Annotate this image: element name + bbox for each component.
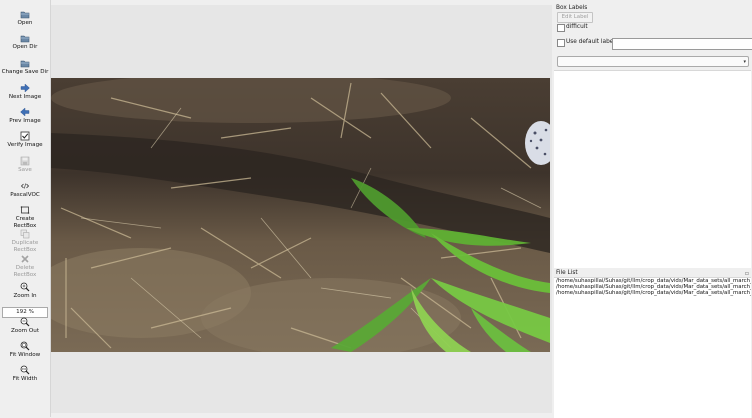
file-list[interactable]: /home/suhaspillai/Suhas/git/llm/crop_dat… xyxy=(554,277,751,418)
edit-label-text: Edit Label xyxy=(561,14,589,20)
verify-image-label: Verify Image xyxy=(7,142,43,148)
file-list-title: File List xyxy=(556,270,578,276)
change-save-dir-button[interactable]: Change Save Dir xyxy=(0,58,50,76)
create-rectbox-button[interactable]: Create RectBox xyxy=(0,205,50,230)
chevron-down-icon: ▾ xyxy=(743,59,746,65)
arrow-right-icon xyxy=(20,83,30,93)
edit-label-button[interactable]: Edit Label xyxy=(557,12,593,23)
fit-window-icon xyxy=(20,341,30,351)
rect-icon xyxy=(20,206,30,214)
fit-width-label: Fit Width xyxy=(12,376,38,382)
code-icon xyxy=(20,183,30,189)
zoom-in-icon xyxy=(20,282,30,292)
folder-icon xyxy=(20,60,30,68)
right-dock: Box Labels Edit Label difficult Use defa… xyxy=(553,0,752,418)
default-label-input[interactable] xyxy=(612,38,752,50)
delete-rectbox-button[interactable]: Delete RectBox xyxy=(0,254,50,279)
open-dir-button[interactable]: Open Dir xyxy=(0,33,50,51)
prev-image-label: Prev Image xyxy=(9,118,41,124)
zoom-in-label: Zoom In xyxy=(13,293,37,299)
zoom-in-button[interactable]: Zoom In xyxy=(0,282,50,300)
verify-image-button[interactable]: Verify Image xyxy=(0,131,50,149)
fit-window-label: Fit Window xyxy=(9,352,41,358)
create-rectbox-label: Create RectBox xyxy=(13,216,37,229)
zoom-out-icon xyxy=(20,317,30,327)
difficult-label: difficult xyxy=(566,24,588,30)
use-default-label-label: Use default label xyxy=(566,39,615,45)
save-label: Save xyxy=(18,167,32,173)
use-default-label-checkbox[interactable] xyxy=(557,39,565,47)
duplicate-icon xyxy=(20,229,30,239)
list-item[interactable]: /home/suhaspillai/Suhas/git/llm/crop_dat… xyxy=(554,290,751,296)
delete-icon xyxy=(21,255,29,263)
fit-window-button[interactable]: Fit Window xyxy=(0,341,50,359)
next-image-button[interactable]: Next Image xyxy=(0,83,50,101)
fit-width-button[interactable]: Fit Width xyxy=(0,365,50,383)
next-image-label: Next Image xyxy=(8,94,42,100)
folder-icon xyxy=(20,11,30,19)
zoom-out-button[interactable]: Zoom Out xyxy=(0,317,50,335)
duplicate-rectbox-button[interactable]: Duplicate RectBox xyxy=(0,229,50,254)
change-save-dir-label: Change Save Dir xyxy=(1,69,49,75)
difficult-checkbox[interactable] xyxy=(557,24,565,32)
arrow-left-icon xyxy=(20,107,30,117)
open-dir-label: Open Dir xyxy=(12,44,38,50)
label-combo[interactable]: ▾ xyxy=(557,56,749,67)
delete-rectbox-label: Delete RectBox xyxy=(13,265,37,278)
dock-float-icon[interactable]: ▫ xyxy=(745,270,749,277)
open-label: Open xyxy=(17,20,33,26)
checkbox-icon xyxy=(20,131,30,141)
toolbar: Open Open Dir Change Save Dir Next Image… xyxy=(0,0,51,417)
save-button[interactable]: Save xyxy=(0,156,50,174)
box-labels-title: Box Labels xyxy=(556,5,588,11)
format-button[interactable]: PascalVOC xyxy=(0,181,50,199)
folder-icon xyxy=(20,35,30,43)
floppy-icon xyxy=(20,156,30,166)
zoom-out-label: Zoom Out xyxy=(10,328,40,334)
open-button[interactable]: Open xyxy=(0,9,50,27)
duplicate-rectbox-label: Duplicate RectBox xyxy=(11,240,39,253)
format-label: PascalVOC xyxy=(10,192,40,198)
fit-width-icon xyxy=(20,365,30,375)
field-photo xyxy=(51,78,550,352)
label-list[interactable] xyxy=(554,70,751,268)
image-canvas[interactable] xyxy=(51,5,552,413)
prev-image-button[interactable]: Prev Image xyxy=(0,107,50,125)
